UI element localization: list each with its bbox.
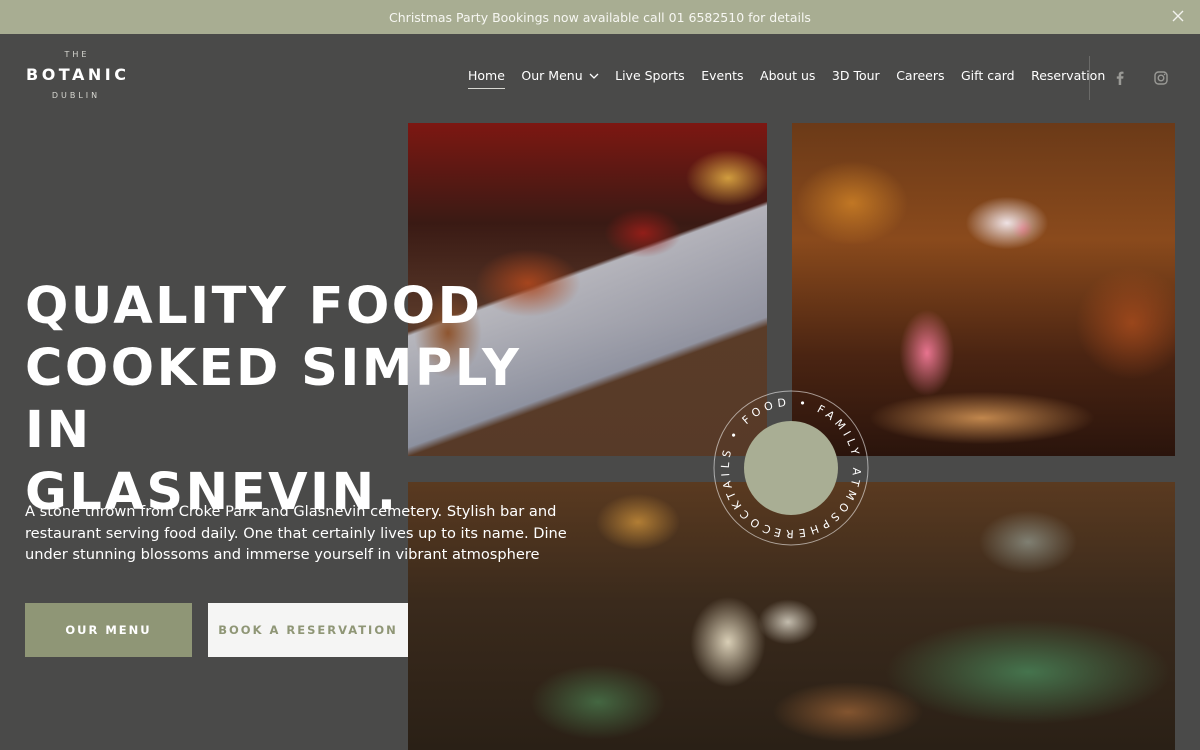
logo-name: BOTANIC [26,65,130,84]
nav-item-3d-tour[interactable]: 3D Tour [832,68,880,83]
book-reservation-button[interactable]: BOOK A RESERVATION [208,603,408,657]
nav-label: Careers [896,68,945,83]
nav-label: Home [468,68,505,83]
nav-item-gift-card[interactable]: Gift card [961,68,1015,83]
circular-badge: COCKTAILS • FOOD • FAMILY ATMOSPHERE • [712,389,870,547]
nav-item-about-us[interactable]: About us [760,68,815,83]
facebook-icon[interactable] [1112,70,1128,86]
logo-the: THE [64,50,90,59]
hero-headline: QUALITY FOOD COOKED SIMPLY IN GLASNEVIN. [25,276,545,524]
nav-label: Our Menu [521,68,583,83]
nav-label: About us [760,68,816,83]
close-icon[interactable] [1168,6,1188,26]
nav-label: Live Sports [615,68,685,83]
nav-divider [1089,56,1090,100]
nav-item-our-menu[interactable]: Our Menu [521,68,599,83]
nav-item-live-sports[interactable]: Live Sports [615,68,685,83]
badge-center [744,421,838,515]
nav-label: Events [701,68,744,83]
nav-label: Reservation [1031,68,1106,83]
headline-line: QUALITY FOOD [25,277,483,336]
nav-item-reservation[interactable]: Reservation [1031,68,1105,83]
nav-item-careers[interactable]: Careers [896,68,944,83]
nav-item-events[interactable]: Events [701,68,743,83]
announcement-text: Christmas Party Bookings now available c… [389,9,811,25]
instagram-icon[interactable] [1153,70,1169,86]
our-menu-button[interactable]: OUR MENU [25,603,192,657]
nav-label: Gift card [960,68,1015,83]
nav-label: 3D Tour [831,68,880,83]
nav-item-home[interactable]: Home [468,68,505,89]
hero-intro: A stone thrown from Croke Park and Glasn… [25,503,567,563]
announcement-bar: Christmas Party Bookings now available c… [0,0,1200,34]
chevron-down-icon [589,73,599,79]
main-nav: Home Our Menu Live Sports Events About u… [468,68,1122,90]
logo-city: DUBLIN [51,91,101,100]
site-logo[interactable]: THE BOTANIC DUBLIN [26,50,126,108]
headline-line: COOKED SIMPLY IN [25,339,522,460]
